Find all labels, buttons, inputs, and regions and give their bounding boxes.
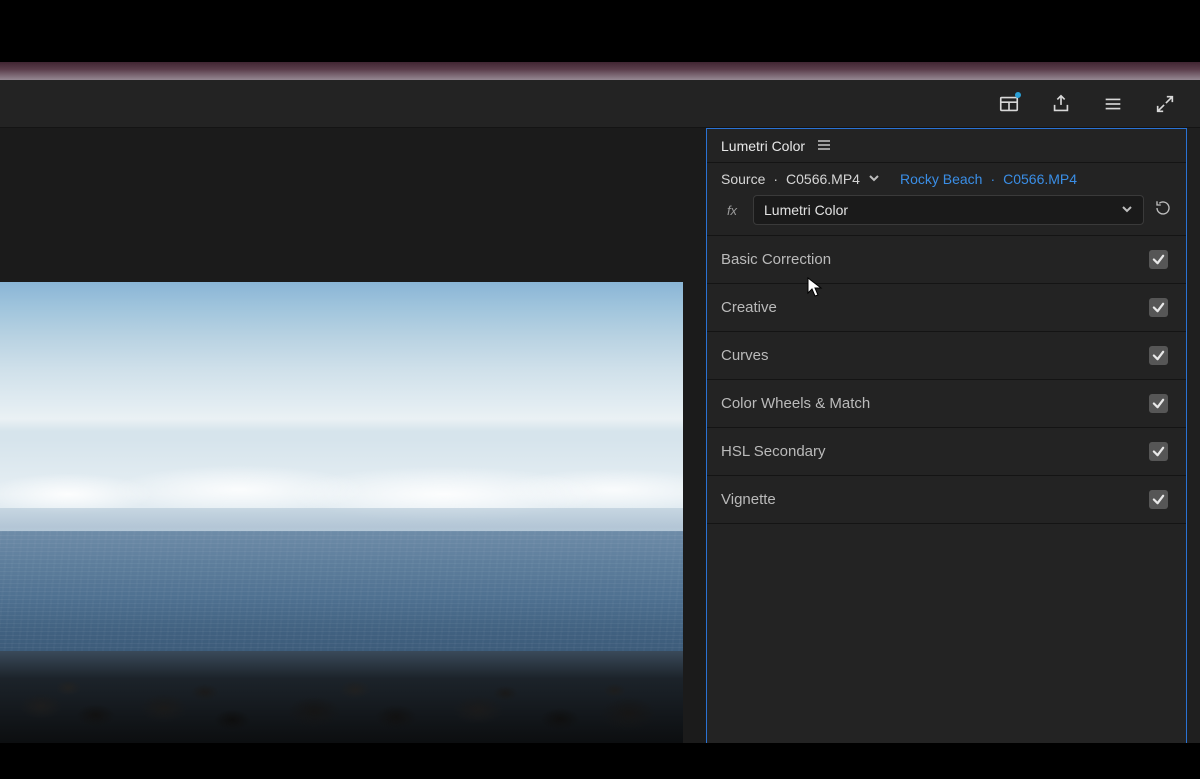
section-label: Curves: [721, 347, 769, 364]
workspace-icon[interactable]: [998, 93, 1020, 115]
section-toggle-checkbox[interactable]: [1149, 490, 1168, 509]
lumetri-sections: Basic Correction Creative Curves Color W…: [707, 235, 1186, 524]
section-vignette[interactable]: Vignette: [707, 476, 1186, 524]
section-toggle-checkbox[interactable]: [1149, 442, 1168, 461]
panel-header[interactable]: Lumetri Color: [707, 129, 1186, 163]
os-window-chrome: [0, 62, 1200, 80]
section-basic-correction[interactable]: Basic Correction: [707, 236, 1186, 284]
effect-dropdown[interactable]: Lumetri Color: [753, 195, 1144, 225]
effect-name: Lumetri Color: [764, 202, 848, 218]
chevron-down-icon: [1121, 202, 1133, 218]
source-prefix: Source: [721, 171, 765, 187]
section-label: Color Wheels & Match: [721, 395, 870, 412]
letterbox-bottom: [0, 743, 1200, 779]
panel-menu-icon[interactable]: [817, 137, 831, 155]
section-label: Creative: [721, 299, 777, 316]
letterbox-top: [0, 0, 1200, 62]
source-breadcrumb[interactable]: Source · C0566.MP4 Rocky Beach · C0566.M…: [707, 163, 1186, 191]
section-toggle-checkbox[interactable]: [1149, 250, 1168, 269]
section-color-wheels-match[interactable]: Color Wheels & Match: [707, 380, 1186, 428]
section-label: HSL Secondary: [721, 443, 826, 460]
panel-title: Lumetri Color: [721, 138, 805, 154]
video-rocks: [0, 651, 683, 743]
section-toggle-checkbox[interactable]: [1149, 298, 1168, 317]
section-toggle-checkbox[interactable]: [1149, 346, 1168, 365]
effect-row: fx Lumetri Color: [707, 191, 1186, 235]
notification-dot: [1015, 92, 1021, 98]
sequence-clip-name[interactable]: C0566.MP4: [1003, 171, 1077, 187]
app-window: Lumetri Color Source · C0566.MP4 Rocky B…: [0, 80, 1200, 743]
dot-separator: ·: [773, 171, 778, 187]
dot-separator: ·: [990, 171, 995, 187]
section-toggle-checkbox[interactable]: [1149, 394, 1168, 413]
top-toolbar: [0, 80, 1200, 128]
section-label: Basic Correction: [721, 251, 831, 268]
source-clip-name: C0566.MP4: [786, 171, 860, 187]
fx-badge[interactable]: fx: [721, 203, 743, 218]
video-frame: [0, 282, 683, 743]
reset-icon[interactable]: [1154, 199, 1172, 222]
sequence-name[interactable]: Rocky Beach: [900, 171, 982, 187]
chevron-down-icon[interactable]: [868, 171, 880, 187]
export-icon[interactable]: [1050, 93, 1072, 115]
section-label: Vignette: [721, 491, 776, 508]
lumetri-color-panel: Lumetri Color Source · C0566.MP4 Rocky B…: [706, 128, 1187, 743]
section-creative[interactable]: Creative: [707, 284, 1186, 332]
program-monitor: [0, 128, 706, 743]
fullscreen-icon[interactable]: [1154, 93, 1176, 115]
section-hsl-secondary[interactable]: HSL Secondary: [707, 428, 1186, 476]
section-curves[interactable]: Curves: [707, 332, 1186, 380]
panel-menu-lines-icon[interactable]: [1102, 93, 1124, 115]
